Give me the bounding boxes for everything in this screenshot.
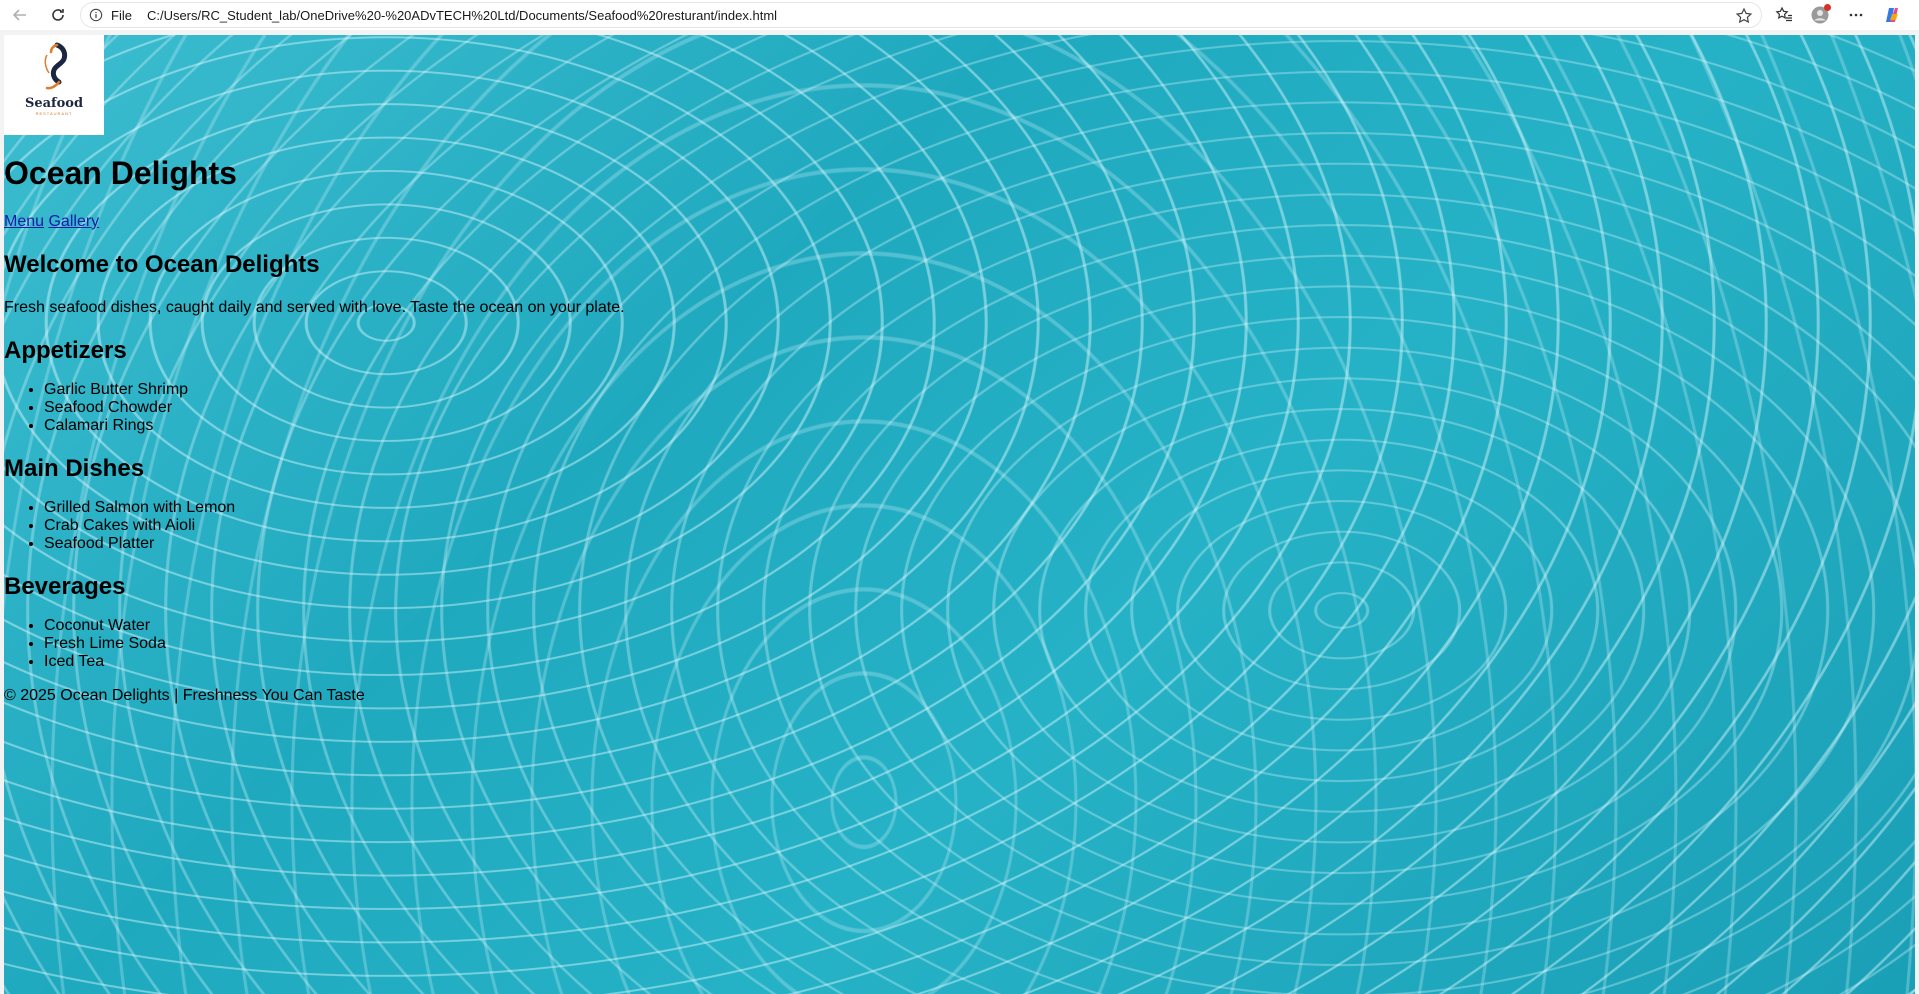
list-item: Seafood Platter <box>44 535 904 553</box>
browser-toolbar: File C:/Users/RC_Student_lab/OneDrive%20… <box>0 0 1919 30</box>
copilot-icon <box>1886 8 1898 22</box>
profile-button[interactable] <box>1808 3 1832 27</box>
nav-link-menu[interactable]: Menu <box>4 213 44 230</box>
section-heading-main-dishes: Main Dishes <box>4 455 145 482</box>
list-item: Iced Tea <box>44 653 904 671</box>
site-nav: Menu Gallery <box>4 213 904 231</box>
reload-icon <box>52 9 64 21</box>
page-footer: © 2025 Ocean Delights | Freshness You Ca… <box>4 687 365 704</box>
list-item: Coconut Water <box>44 617 904 635</box>
beverages-list: Coconut Water Fresh Lime Soda Iced Tea <box>4 617 904 671</box>
list-item: Grilled Salmon with Lemon <box>44 499 904 517</box>
list-item: Fresh Lime Soda <box>44 635 904 653</box>
main-content: Ocean Delights Menu Gallery Welcome to O… <box>4 153 904 705</box>
restaurant-logo: Seafood RESTAURANT <box>4 35 104 135</box>
logo-subtext: RESTAURANT <box>35 111 73 116</box>
main-dishes-list: Grilled Salmon with Lemon Crab Cakes wit… <box>4 499 904 553</box>
copilot-button[interactable] <box>1880 3 1904 27</box>
nav-link-gallery[interactable]: Gallery <box>48 213 99 230</box>
address-bar[interactable]: File C:/Users/RC_Student_lab/OneDrive%20… <box>80 2 1762 28</box>
list-item: Crab Cakes with Aioli <box>44 517 904 535</box>
page-title: Ocean Delights <box>4 155 237 191</box>
list-item: Garlic Butter Shrimp <box>44 381 904 399</box>
back-button[interactable] <box>8 3 32 27</box>
file-scheme-label: File <box>111 7 132 23</box>
info-icon[interactable] <box>89 7 105 23</box>
ellipsis-icon <box>1849 13 1863 17</box>
favorite-star-icon[interactable] <box>1735 7 1753 25</box>
welcome-heading: Welcome to Ocean Delights <box>4 251 320 278</box>
list-item: Seafood Chowder <box>44 399 904 417</box>
back-arrow-icon <box>12 9 26 21</box>
shrimp-logo-icon <box>44 42 68 90</box>
appetizers-list: Garlic Butter Shrimp Seafood Chowder Cal… <box>4 381 904 435</box>
section-heading-beverages: Beverages <box>4 573 126 600</box>
favorites-button[interactable] <box>1772 3 1796 27</box>
welcome-text: Fresh seafood dishes, caught daily and s… <box>4 299 625 316</box>
section-heading-appetizers: Appetizers <box>4 337 127 364</box>
favorites-list-icon <box>1775 6 1792 22</box>
page-viewport: Seafood RESTAURANT Ocean Delights Menu G… <box>4 35 1915 994</box>
more-options-button[interactable] <box>1844 3 1868 27</box>
url-text[interactable]: C:/Users/RC_Student_lab/OneDrive%20-%20A… <box>147 8 777 23</box>
logo-wordmark: Seafood <box>24 96 84 111</box>
list-item: Calamari Rings <box>44 417 904 435</box>
reload-button[interactable] <box>46 3 70 27</box>
notification-dot <box>1824 4 1831 11</box>
